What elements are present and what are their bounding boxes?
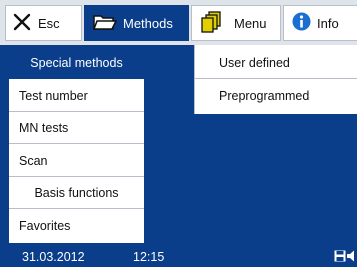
- close-icon: [12, 12, 32, 35]
- status-time: 12:15: [133, 250, 165, 264]
- list-item-mn-tests[interactable]: MN tests: [9, 112, 144, 144]
- methods-label: Methods: [123, 15, 173, 31]
- pages-icon: [200, 10, 222, 36]
- top-toolbar: Esc Methods Menu Info: [0, 0, 357, 45]
- info-label: Info: [317, 15, 339, 31]
- special-methods-submenu: User defined Preprogrammed: [194, 45, 357, 114]
- tab-menu[interactable]: Menu: [191, 5, 281, 41]
- speaker-icon[interactable]: [347, 250, 357, 265]
- submenu-item-user-defined[interactable]: User defined: [195, 47, 357, 79]
- tab-methods[interactable]: Methods: [84, 5, 189, 41]
- folder-icon: [92, 12, 118, 35]
- list-item-special-methods[interactable]: Special methods: [9, 47, 144, 79]
- tab-info[interactable]: Info: [283, 5, 357, 41]
- info-icon: [292, 12, 311, 34]
- menu-label: Menu: [234, 15, 267, 31]
- status-date: 31.03.2012: [22, 250, 85, 264]
- list-item-favorites[interactable]: Favorites: [9, 210, 144, 242]
- status-bar: 31.03.2012 12:15: [0, 246, 357, 267]
- list-item-scan[interactable]: Scan: [9, 145, 144, 177]
- esc-label: Esc: [38, 15, 60, 31]
- list-item-basis-functions[interactable]: Basis functions: [9, 177, 144, 209]
- list-item-test-number[interactable]: Test number: [9, 80, 144, 112]
- esc-button[interactable]: Esc: [5, 5, 82, 41]
- submenu-item-preprogrammed[interactable]: Preprogrammed: [195, 80, 357, 112]
- save-icon: [334, 250, 346, 265]
- methods-list: Special methods Test number MN tests Sca…: [9, 47, 144, 243]
